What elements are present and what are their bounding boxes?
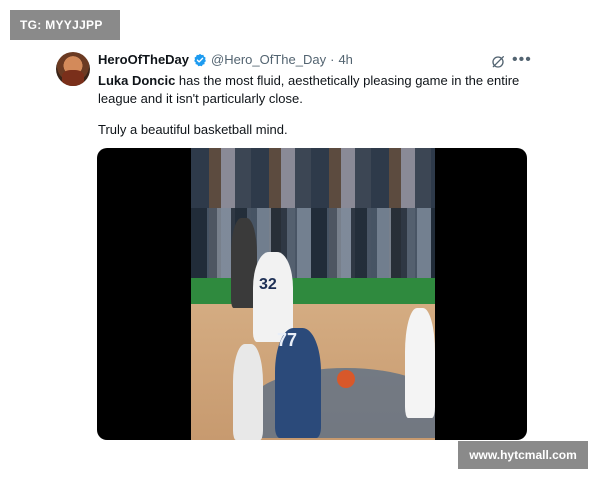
tweet-card[interactable]: HeroOfTheDay @Hero_OfThe_Day · 4h ••• Lu…	[48, 44, 544, 444]
tweet-header: HeroOfTheDay @Hero_OfThe_Day · 4h	[98, 52, 353, 67]
watermark-text: www.hytcmall.com	[469, 448, 577, 462]
tweet-text: Luka Doncic has the most fluid, aestheti…	[98, 72, 528, 108]
seats-background	[191, 208, 435, 278]
ad-board	[191, 278, 435, 304]
tg-tag-text: TG: MYYJJPP	[20, 18, 103, 32]
more-options-icon[interactable]: •••	[512, 52, 532, 68]
basketball	[337, 370, 355, 388]
display-name[interactable]: HeroOfTheDay	[98, 52, 189, 67]
jersey-number-77: 77	[277, 330, 298, 350]
jersey-number-32: 32	[259, 276, 277, 293]
mention-text: Luka Doncic	[98, 73, 176, 88]
tg-tag-badge: TG: MYYJJPP	[10, 10, 120, 40]
verified-badge-icon	[194, 53, 206, 66]
avatar[interactable]	[56, 52, 90, 86]
player-white-right	[405, 308, 435, 418]
player-white-defender	[233, 344, 263, 440]
player-white-32	[253, 252, 293, 342]
grok-icon[interactable]	[490, 54, 506, 70]
tweet-text-line2: Truly a beautiful basketball mind.	[98, 122, 288, 137]
timestamp[interactable]: 4h	[338, 52, 352, 67]
separator-dot: ·	[330, 52, 335, 67]
watermark: www.hytcmall.com	[458, 441, 588, 469]
video-frame[interactable]: 32 77	[191, 148, 435, 440]
tweet-media-video[interactable]: 32 77	[97, 148, 527, 440]
handle[interactable]: @Hero_OfThe_Day	[211, 52, 326, 67]
